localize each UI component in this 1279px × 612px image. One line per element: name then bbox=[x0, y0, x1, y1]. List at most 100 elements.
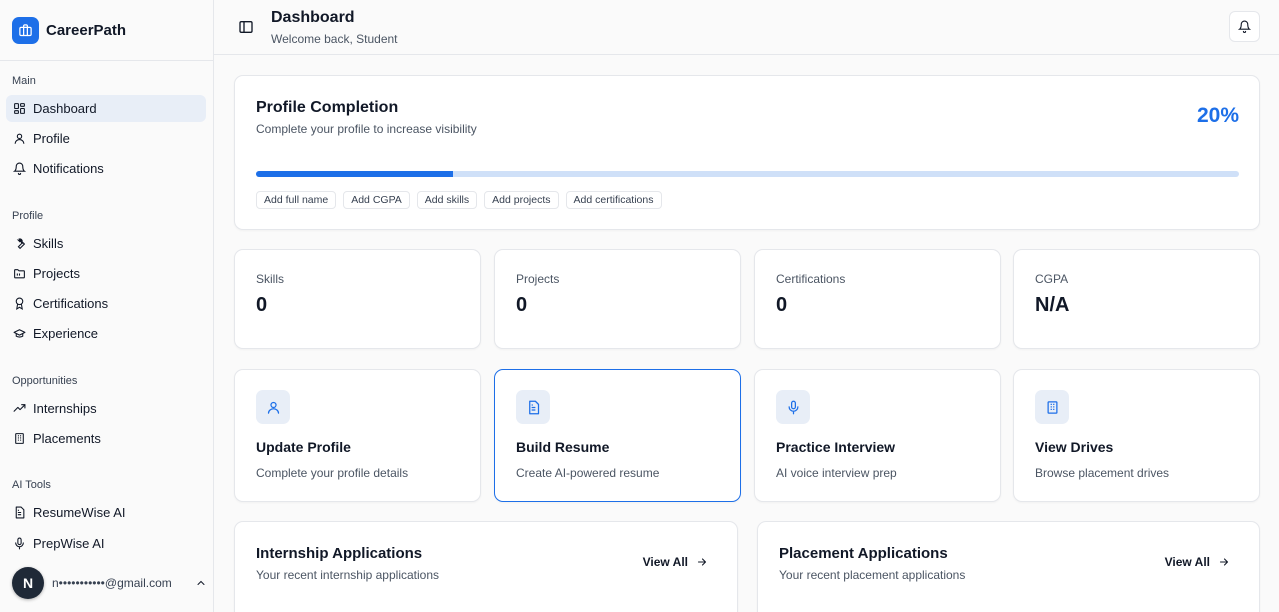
stat-card-skills: Skills 0 bbox=[234, 249, 481, 349]
header: Dashboard Welcome back, Student bbox=[214, 0, 1279, 55]
chip-add-skills[interactable]: Add skills bbox=[416, 191, 478, 209]
action-subtitle: AI voice interview prep bbox=[776, 466, 897, 480]
grid-icon bbox=[14, 103, 25, 114]
mic-icon bbox=[776, 390, 810, 424]
action-subtitle: Browse placement drives bbox=[1035, 466, 1170, 480]
profile-completion-percent: 20% bbox=[1196, 104, 1239, 127]
missing-fields-chips: Add full name Add CGPA Add skills Add pr… bbox=[256, 191, 662, 209]
stat-label: CGPA bbox=[1035, 272, 1069, 286]
section-label-opportunities: Opportunities bbox=[12, 375, 78, 387]
stat-value: 0 bbox=[516, 294, 528, 316]
stat-label: Certifications bbox=[776, 272, 846, 286]
action-title: View Drives bbox=[1035, 439, 1114, 455]
sidebar-item-label: Placements bbox=[33, 431, 101, 446]
sidebar: CareerPath Main Dashboard Profile Notifi… bbox=[0, 0, 214, 612]
user-email: n•••••••••••@gmail.com bbox=[52, 576, 172, 590]
update-profile-card[interactable]: Update Profile Complete your profile det… bbox=[234, 369, 481, 502]
action-title: Practice Interview bbox=[776, 439, 896, 455]
stat-card-certifications: Certifications 0 bbox=[754, 249, 1001, 349]
briefcase-icon bbox=[12, 16, 39, 44]
sidebar-item-skills[interactable]: Skills bbox=[6, 230, 206, 257]
sidebar-item-label: Experience bbox=[33, 326, 99, 341]
profile-completion-title: Profile Completion bbox=[256, 99, 399, 116]
section-title: Internship Applications bbox=[256, 545, 423, 562]
sidebar-item-label: Projects bbox=[33, 266, 80, 281]
action-subtitle: Complete your profile details bbox=[256, 466, 409, 480]
page-subtitle: Welcome back, Student bbox=[271, 32, 398, 46]
arrow-right-icon bbox=[697, 558, 707, 566]
sidebar-item-projects[interactable]: Projects bbox=[6, 260, 206, 287]
graduation-cap-icon bbox=[13, 329, 26, 338]
stat-value: 0 bbox=[256, 294, 268, 316]
view-all-label: View All bbox=[1164, 555, 1210, 569]
file-text-icon bbox=[15, 506, 25, 519]
arrow-right-icon bbox=[1219, 558, 1229, 566]
chip-add-full-name[interactable]: Add full name bbox=[256, 191, 337, 209]
sidebar-item-label: Certifications bbox=[33, 296, 109, 311]
view-all-placements-button[interactable]: View All bbox=[1165, 555, 1230, 569]
chip-add-certifications[interactable]: Add certifications bbox=[565, 191, 662, 209]
section-subtitle: Your recent internship applications bbox=[256, 568, 440, 582]
user-menu[interactable]: N n•••••••••••@gmail.com bbox=[12, 567, 207, 599]
sidebar-item-placements[interactable]: Placements bbox=[6, 425, 206, 452]
stat-label: Skills bbox=[256, 272, 285, 286]
file-text-icon bbox=[516, 390, 550, 424]
progress-track bbox=[256, 171, 1239, 177]
sidebar-item-label: Skills bbox=[33, 236, 64, 251]
award-icon bbox=[15, 297, 24, 310]
bell-icon bbox=[1238, 20, 1251, 33]
practice-interview-card[interactable]: Practice Interview AI voice interview pr… bbox=[754, 369, 1001, 502]
sidebar-item-profile[interactable]: Profile bbox=[6, 125, 206, 152]
sidebar-item-internships[interactable]: Internships bbox=[6, 395, 206, 422]
brand-name: CareerPath bbox=[46, 21, 127, 39]
folder-icon bbox=[14, 269, 25, 279]
section-subtitle: Your recent placement applications bbox=[779, 568, 966, 582]
profile-completion-card: Profile Completion Complete your profile… bbox=[234, 75, 1260, 230]
notifications-button[interactable] bbox=[1229, 11, 1260, 42]
action-title: Update Profile bbox=[256, 439, 351, 455]
building-icon bbox=[1035, 390, 1069, 424]
view-all-label: View All bbox=[642, 555, 688, 569]
view-all-internships-button[interactable]: View All bbox=[643, 555, 708, 569]
avatar: N bbox=[12, 567, 44, 599]
sidebar-item-label: ResumeWise AI bbox=[33, 505, 126, 520]
internship-applications-card: Internship Applications Your recent inte… bbox=[234, 521, 738, 612]
progress-fill bbox=[256, 171, 453, 177]
stat-card-cgpa: CGPA N/A bbox=[1013, 249, 1260, 349]
section-label-ai-tools: AI Tools bbox=[12, 479, 51, 491]
sidebar-item-notifications[interactable]: Notifications bbox=[6, 155, 206, 182]
section-title: Placement Applications bbox=[779, 545, 948, 562]
brand[interactable]: CareerPath bbox=[0, 0, 213, 61]
sidebar-item-experience[interactable]: Experience bbox=[6, 320, 206, 347]
chip-add-cgpa[interactable]: Add CGPA bbox=[343, 191, 410, 209]
view-drives-card[interactable]: View Drives Browse placement drives bbox=[1013, 369, 1260, 502]
user-icon bbox=[256, 390, 290, 424]
sidebar-item-label: Profile bbox=[33, 131, 70, 146]
sidebar-toggle-icon[interactable] bbox=[238, 19, 254, 35]
action-subtitle: Create AI-powered resume bbox=[516, 466, 660, 480]
sidebar-item-prepwise-ai[interactable]: PrepWise AI bbox=[6, 530, 206, 557]
chip-add-projects[interactable]: Add projects bbox=[484, 191, 559, 209]
build-resume-card[interactable]: Build Resume Create AI-powered resume bbox=[494, 369, 741, 502]
stat-card-projects: Projects 0 bbox=[494, 249, 741, 349]
page-title: Dashboard bbox=[271, 9, 355, 26]
stat-value: 0 bbox=[776, 294, 788, 316]
building-icon bbox=[15, 433, 24, 444]
sidebar-item-label: Internships bbox=[33, 401, 97, 416]
sidebar-item-label: Dashboard bbox=[33, 101, 97, 116]
chevron-up-icon bbox=[197, 580, 205, 585]
sidebar-item-resumewise-ai[interactable]: ResumeWise AI bbox=[6, 499, 206, 526]
wrench-icon bbox=[16, 238, 26, 250]
user-icon bbox=[14, 133, 25, 144]
bell-icon bbox=[13, 162, 26, 175]
section-label-profile: Profile bbox=[12, 210, 44, 222]
sidebar-item-certifications[interactable]: Certifications bbox=[6, 290, 206, 317]
mic-icon bbox=[15, 537, 24, 550]
stat-label: Projects bbox=[516, 272, 560, 286]
sidebar-item-label: Notifications bbox=[33, 161, 104, 176]
profile-completion-subtitle: Complete your profile to increase visibi… bbox=[256, 122, 477, 136]
trending-up-icon bbox=[13, 404, 26, 412]
placement-applications-card: Placement Applications Your recent place… bbox=[757, 521, 1260, 612]
sidebar-item-dashboard[interactable]: Dashboard bbox=[6, 95, 206, 122]
stat-value: N/A bbox=[1035, 294, 1070, 316]
